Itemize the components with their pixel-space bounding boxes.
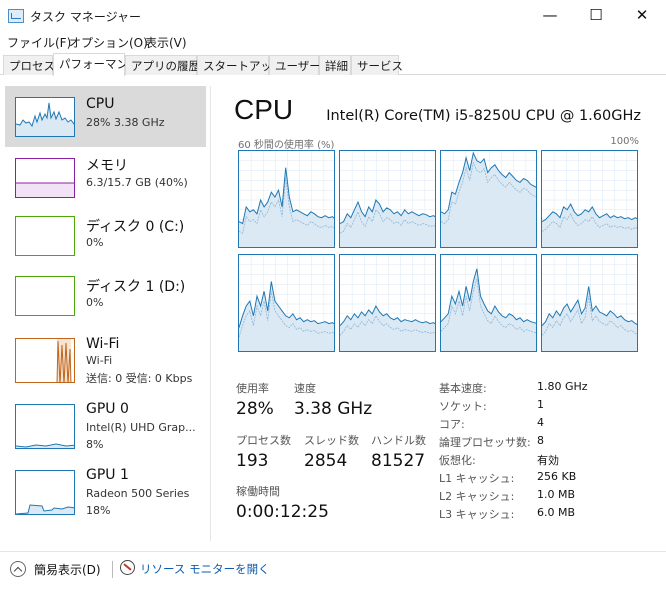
resource-detail: 28% 3.38 GHz (86, 116, 165, 129)
chevron-up-icon[interactable] (10, 561, 26, 577)
resource-detail: 0% (86, 296, 104, 309)
spec-label: 論理プロセッサ数: (439, 436, 531, 449)
resource-title: ディスク 0 (C:) (86, 219, 185, 235)
resource-gpu-1[interactable]: GPU 1 Radeon 500 Series 18% (5, 462, 206, 524)
gpu-1-thumbnail (15, 470, 75, 515)
resource-detail: 0% (86, 236, 104, 249)
uptime-label: 稼働時間 (236, 485, 280, 498)
spec-label: L2 キャッシュ: (439, 490, 515, 503)
resource-list: CPU 28% 3.38 GHz メモリ 6.3/15.7 GB (40%) デ… (5, 86, 206, 526)
resource-detail: 18% (86, 504, 111, 517)
disk-0-thumbnail (15, 216, 75, 256)
resource-gpu-0[interactable]: GPU 0 Intel(R) UHD Grap... 8% (5, 396, 206, 458)
tab-users[interactable]: ユーザー (269, 55, 321, 75)
cpu-detail-panel: CPU Intel(R) Core(TM) i5-8250U CPU @ 1.6… (211, 86, 666, 536)
menu-options[interactable]: オプション(O) (69, 34, 148, 51)
menu-view[interactable]: 表示(V) (145, 34, 187, 51)
logical-processor-graph (541, 150, 638, 248)
resource-disk-0[interactable]: ディスク 0 (C:) 0% (5, 208, 206, 268)
tab-processes[interactable]: プロセス (3, 55, 55, 75)
footer-separator (112, 561, 113, 578)
cpu-model: Intel(R) Core(TM) i5-8250U CPU @ 1.60GHz (326, 108, 641, 124)
resource-monitor-icon[interactable] (120, 560, 135, 575)
resource-detail: Radeon 500 Series (86, 487, 190, 500)
memory-thumbnail (15, 158, 75, 198)
spec-label: L1 キャッシュ: (439, 472, 515, 485)
spec-value: 1.80 GHz (537, 380, 588, 393)
graph-max-label: 100% (610, 136, 639, 147)
logical-processor-graph (339, 254, 436, 352)
utilization-label: 使用率 (236, 382, 269, 395)
footer-bar: 簡易表示(D) リソース モニターを開く (0, 551, 666, 593)
spec-label: コア: (439, 418, 465, 431)
menu-file[interactable]: ファイル(F) (7, 34, 71, 51)
spec-value: 6.0 MB (537, 506, 576, 519)
logical-processor-graph (238, 254, 335, 352)
resource-title: GPU 0 (86, 401, 129, 417)
disk-1-thumbnail (15, 276, 75, 316)
spec-value: 有効 (537, 454, 559, 467)
wifi-thumbnail (15, 338, 75, 383)
resource-memory[interactable]: メモリ 6.3/15.7 GB (40%) (5, 147, 206, 207)
cpu-thumbnail (15, 97, 75, 137)
window-title: タスク マネージャー (30, 10, 141, 24)
menu-bar: ファイル(F) オプション(O) 表示(V) (0, 31, 666, 53)
maximize-button[interactable]: ☐ (573, 0, 619, 31)
minimize-button[interactable]: — (527, 0, 573, 31)
processes-label: プロセス数 (236, 434, 291, 447)
logical-processor-graph (440, 254, 537, 352)
task-manager-icon (8, 9, 24, 23)
logical-processor-graph (238, 150, 335, 248)
speed-label: 速度 (294, 382, 316, 395)
threads-label: スレッド数 (304, 434, 359, 447)
resource-title: Wi-Fi (86, 336, 120, 352)
resource-wifi[interactable]: Wi-Fi Wi-Fi 送信: 0 受信: 0 Kbps (5, 331, 206, 393)
handles-label: ハンドル数 (371, 434, 426, 447)
spec-label: L3 キャッシュ: (439, 508, 515, 521)
resource-detail: 6.3/15.7 GB (40%) (86, 176, 188, 189)
logical-processor-graph (541, 254, 638, 352)
tab-app-history[interactable]: アプリの履歴 (125, 55, 200, 75)
close-button[interactable]: ✕ (619, 0, 665, 31)
spec-value: 1.0 MB (537, 488, 576, 501)
resource-detail: 送信: 0 受信: 0 Kbps (86, 372, 193, 385)
spec-value: 8 (537, 434, 544, 447)
threads-value: 2854 (304, 451, 348, 471)
gpu-0-thumbnail (15, 404, 75, 449)
fewer-details-button[interactable]: 簡易表示(D) (34, 561, 101, 578)
spec-label: 基本速度: (439, 382, 487, 395)
resource-title: CPU (86, 96, 115, 112)
title-bar: タスク マネージャー — ☐ ✕ (0, 0, 666, 31)
spec-label: ソケット: (439, 400, 487, 413)
resource-detail: Wi-Fi (86, 354, 113, 367)
spec-label: 仮想化: (439, 454, 476, 467)
resource-disk-1[interactable]: ディスク 1 (D:) 0% (5, 270, 206, 330)
speed-value: 3.38 GHz (294, 399, 373, 419)
resource-detail: Intel(R) UHD Grap... (86, 421, 196, 434)
resource-detail: 8% (86, 438, 104, 451)
processes-value: 193 (236, 451, 269, 471)
resource-title: ディスク 1 (D:) (86, 279, 186, 295)
spec-value: 4 (537, 416, 544, 429)
tab-details[interactable]: 詳細 (319, 55, 351, 75)
uptime-value: 0:00:12:25 (236, 502, 329, 522)
spec-value: 256 KB (537, 470, 577, 483)
tab-startup[interactable]: スタートアップ (197, 55, 284, 75)
graph-caption: 60 秒間の使用率 (%) (238, 140, 335, 151)
logical-processor-graph (440, 150, 537, 248)
spec-value: 1 (537, 398, 544, 411)
handles-value: 81527 (371, 451, 426, 471)
tab-bar: プロセス パフォーマンス アプリの履歴 スタートアップ ユーザー 詳細 サービス (0, 53, 666, 76)
tab-performance[interactable]: パフォーマンス (53, 53, 139, 76)
logical-processor-graph (339, 150, 436, 248)
resource-cpu[interactable]: CPU 28% 3.38 GHz (5, 86, 206, 147)
page-title: CPU (234, 94, 294, 125)
resource-title: GPU 1 (86, 467, 129, 483)
resource-title: メモリ (86, 158, 128, 174)
tab-services[interactable]: サービス (351, 55, 403, 75)
utilization-value: 28% (236, 399, 274, 419)
resource-monitor-link[interactable]: リソース モニターを開く (140, 561, 270, 577)
